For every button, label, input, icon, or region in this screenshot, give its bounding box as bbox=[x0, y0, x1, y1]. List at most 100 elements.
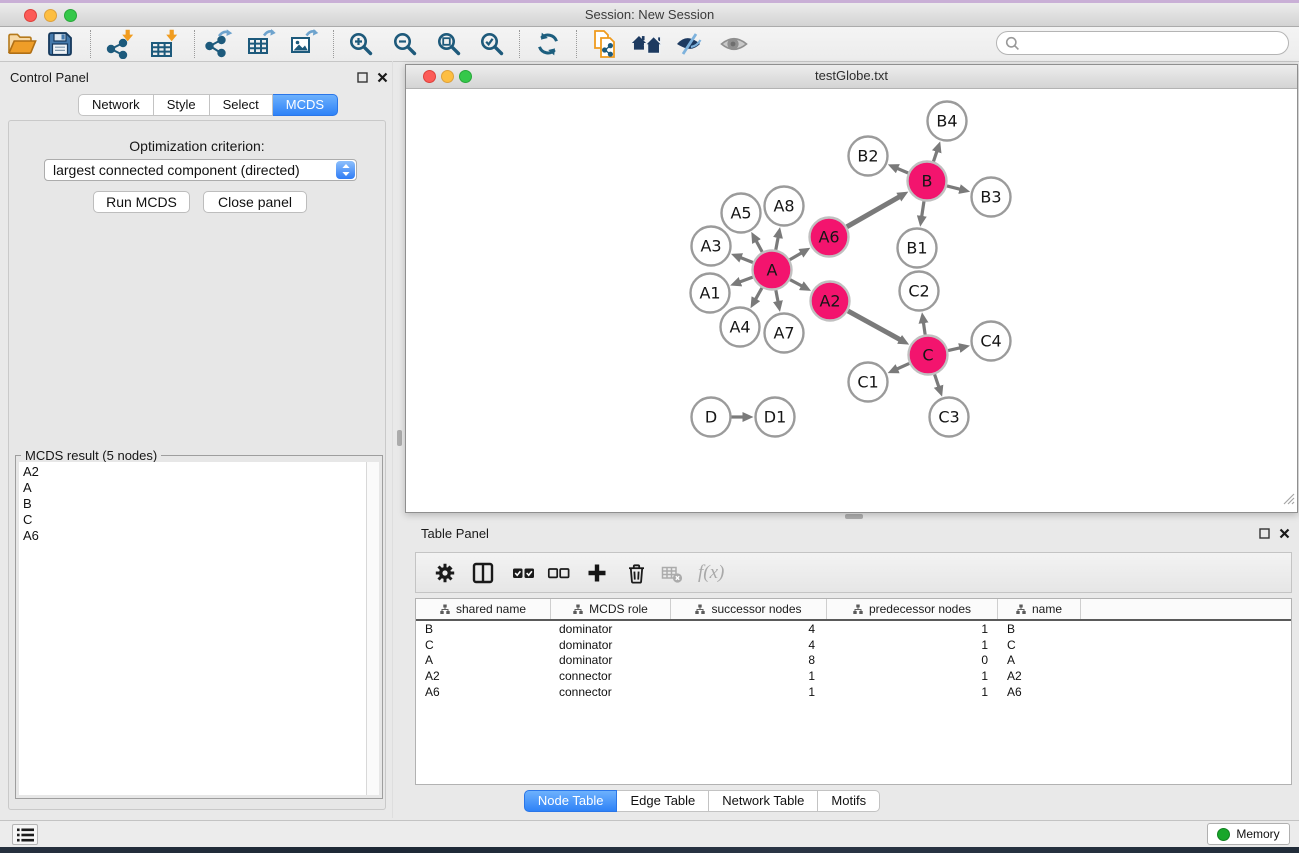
delete-column-button[interactable] bbox=[625, 560, 648, 586]
mcds-result-item[interactable]: C bbox=[23, 512, 367, 528]
save-session-button[interactable] bbox=[43, 27, 77, 61]
table-cell[interactable]: C bbox=[998, 638, 1081, 652]
table-cell[interactable]: B bbox=[416, 622, 551, 636]
graph-node-D1[interactable]: D1 bbox=[756, 398, 795, 437]
table-cell[interactable]: 4 bbox=[671, 638, 827, 652]
zoom-in-button[interactable] bbox=[344, 27, 378, 61]
vertical-divider-handle[interactable] bbox=[397, 430, 402, 446]
memory-button[interactable]: Memory bbox=[1207, 823, 1290, 845]
graph-node-C3[interactable]: C3 bbox=[930, 398, 969, 437]
import-network-button[interactable] bbox=[103, 27, 137, 61]
graph-node-B4[interactable]: B4 bbox=[928, 102, 967, 141]
apply-layout-button[interactable] bbox=[531, 27, 565, 61]
table-cell[interactable]: dominator bbox=[551, 622, 671, 636]
table-cell[interactable]: 4 bbox=[671, 622, 827, 636]
graph-edge-A-A1[interactable] bbox=[739, 277, 753, 282]
table-tab-network-table[interactable]: Network Table bbox=[709, 790, 818, 812]
graph-node-A6[interactable]: A6 bbox=[810, 218, 849, 257]
zoom-fit-button[interactable] bbox=[432, 27, 466, 61]
mcds-result-item[interactable]: A2 bbox=[23, 464, 367, 480]
create-column-button[interactable] bbox=[586, 560, 608, 586]
table-cell[interactable]: 1 bbox=[827, 622, 998, 636]
table-row[interactable]: Bdominator41B bbox=[416, 621, 1291, 637]
duplicate-network-button[interactable] bbox=[588, 27, 622, 61]
table-cell[interactable]: A2 bbox=[998, 669, 1081, 683]
table-cell[interactable]: connector bbox=[551, 669, 671, 683]
function-builder-button[interactable]: f(x) bbox=[698, 560, 724, 586]
graph-edge-A-A7[interactable] bbox=[776, 290, 778, 303]
graph-node-B[interactable]: B bbox=[908, 162, 947, 201]
column-header-successor-nodes[interactable]: successor nodes bbox=[671, 599, 827, 619]
table-cell[interactable]: dominator bbox=[551, 638, 671, 652]
run-mcds-button[interactable]: Run MCDS bbox=[93, 191, 190, 213]
task-history-button[interactable] bbox=[12, 824, 38, 845]
table-cell[interactable]: A bbox=[416, 653, 551, 667]
graph-node-C1[interactable]: C1 bbox=[849, 363, 888, 402]
zoom-out-button[interactable] bbox=[388, 27, 422, 61]
select-all-button[interactable] bbox=[512, 560, 535, 586]
table-cell[interactable]: 1 bbox=[671, 685, 827, 699]
graph-edge-A-A5[interactable] bbox=[756, 240, 763, 252]
table-cell[interactable]: 1 bbox=[827, 685, 998, 699]
graph-edge-A-A8[interactable] bbox=[776, 236, 779, 250]
graph-node-A5[interactable]: A5 bbox=[722, 194, 761, 233]
show-columns-button[interactable] bbox=[471, 560, 495, 586]
scrollbar[interactable] bbox=[366, 462, 379, 795]
graph-edge-A-A2[interactable] bbox=[790, 280, 803, 287]
show-graphics-details-button[interactable] bbox=[717, 27, 751, 61]
column-header-MCDS-role[interactable]: MCDS role bbox=[551, 599, 671, 619]
table-row[interactable]: Adominator80A bbox=[416, 652, 1291, 668]
graph-node-A[interactable]: A bbox=[753, 251, 792, 290]
mcds-result-item[interactable]: B bbox=[23, 496, 367, 512]
table-tab-node-table[interactable]: Node Table bbox=[524, 790, 618, 812]
graph-edge-B-B2[interactable] bbox=[896, 168, 908, 173]
table-cell[interactable]: A bbox=[998, 653, 1081, 667]
show-all-networks-button[interactable] bbox=[630, 27, 664, 61]
graph-edge-A-A6[interactable] bbox=[790, 252, 803, 259]
network-search-field[interactable] bbox=[996, 31, 1289, 55]
deselect-all-button[interactable] bbox=[547, 560, 570, 586]
column-header-predecessor-nodes[interactable]: predecessor nodes bbox=[827, 599, 998, 619]
table-row[interactable]: A2connector11A2 bbox=[416, 668, 1291, 684]
graph-edge-C-C3[interactable] bbox=[935, 374, 940, 388]
graph-node-A3[interactable]: A3 bbox=[692, 227, 731, 266]
graph-edge-A2-C[interactable] bbox=[848, 311, 901, 340]
graph-edge-A-A4[interactable] bbox=[755, 288, 762, 301]
table-settings-button[interactable] bbox=[434, 560, 456, 586]
table-cell[interactable]: 0 bbox=[827, 653, 998, 667]
table-cell[interactable]: connector bbox=[551, 685, 671, 699]
export-table-button[interactable] bbox=[244, 27, 278, 61]
column-header-shared-name[interactable]: shared name bbox=[416, 599, 551, 619]
graph-edge-C-C1[interactable] bbox=[896, 363, 909, 369]
export-network-button[interactable] bbox=[201, 27, 235, 61]
table-cell[interactable]: A6 bbox=[416, 685, 551, 699]
graph-node-B1[interactable]: B1 bbox=[898, 229, 937, 268]
close-panel-action-button[interactable]: Close panel bbox=[203, 191, 307, 213]
zoom-selected-button[interactable] bbox=[475, 27, 509, 61]
table-cell[interactable]: C bbox=[416, 638, 551, 652]
graph-node-C[interactable]: C bbox=[909, 336, 948, 375]
graph-edge-B-B1[interactable] bbox=[922, 201, 924, 218]
graph-node-B3[interactable]: B3 bbox=[972, 178, 1011, 217]
table-tab-motifs[interactable]: Motifs bbox=[818, 790, 880, 812]
table-cell[interactable]: B bbox=[998, 622, 1081, 636]
network-canvas[interactable]: AA1A2A3A4A5A6A7A8BB1B2B3B4CC1C2C3C4DD1 bbox=[405, 87, 1297, 512]
graph-node-C2[interactable]: C2 bbox=[900, 272, 939, 311]
column-header-name[interactable]: name bbox=[998, 599, 1081, 619]
horizontal-divider-handle[interactable] bbox=[845, 514, 863, 519]
tab-select[interactable]: Select bbox=[210, 94, 273, 116]
graph-node-A8[interactable]: A8 bbox=[765, 187, 804, 226]
graph-node-A4[interactable]: A4 bbox=[721, 308, 760, 347]
tab-network[interactable]: Network bbox=[78, 94, 154, 116]
graph-edge-A-A3[interactable] bbox=[739, 257, 753, 262]
table-cell[interactable]: 8 bbox=[671, 653, 827, 667]
export-image-button[interactable] bbox=[287, 27, 321, 61]
graph-node-C4[interactable]: C4 bbox=[972, 322, 1011, 361]
graph-node-A7[interactable]: A7 bbox=[765, 314, 804, 353]
table-cell[interactable]: 1 bbox=[827, 669, 998, 683]
tab-mcds[interactable]: MCDS bbox=[273, 94, 338, 116]
import-table-button[interactable] bbox=[147, 27, 181, 61]
close-table-panel-button[interactable] bbox=[1278, 527, 1291, 540]
graph-edge-A6-B[interactable] bbox=[847, 196, 901, 227]
float-panel-button[interactable] bbox=[356, 71, 369, 84]
